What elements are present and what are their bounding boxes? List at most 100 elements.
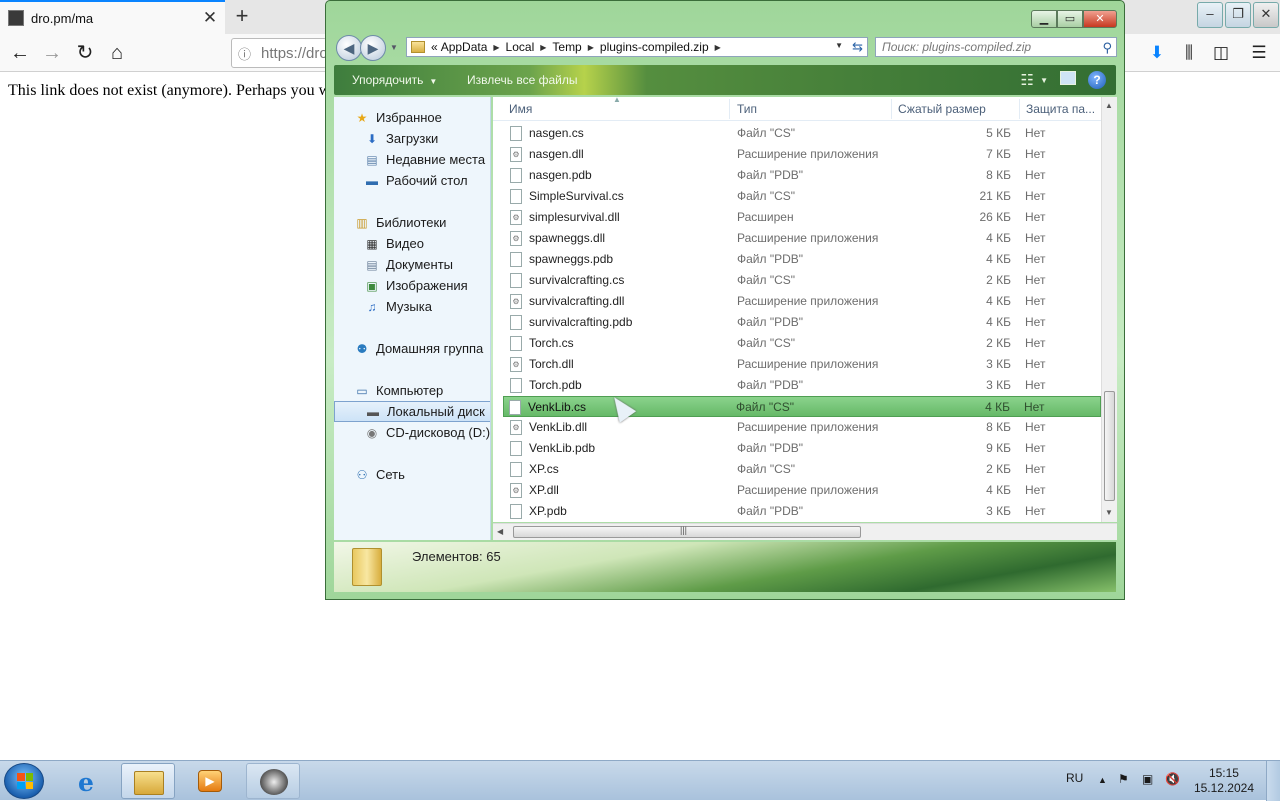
- chevron-right-icon[interactable]: ▶: [715, 43, 721, 52]
- column-header-type[interactable]: Тип: [737, 102, 757, 116]
- maximize-icon[interactable]: ▭: [1057, 10, 1083, 28]
- nav-homegroup[interactable]: ⚉ Домашняя группа: [334, 338, 490, 359]
- preview-pane-icon[interactable]: [1060, 71, 1076, 85]
- nav-recent[interactable]: ▤ Недавние места: [334, 149, 490, 170]
- breadcrumb-overflow[interactable]: «: [431, 40, 438, 54]
- column-header-protection[interactable]: Защита па...: [1026, 102, 1095, 116]
- nav-downloads[interactable]: ⬇ Загрузки: [334, 128, 490, 149]
- minimize-icon[interactable]: –: [1197, 2, 1223, 28]
- column-divider[interactable]: [729, 99, 730, 119]
- address-bar[interactable]: « AppData ▶ Local ▶ Temp ▶ plugins-compi…: [406, 37, 868, 57]
- taskbar-internet-explorer[interactable]: e: [64, 763, 118, 799]
- minimize-icon[interactable]: ▁: [1031, 10, 1057, 28]
- start-button[interactable]: [4, 763, 44, 799]
- column-header-name[interactable]: Имя: [509, 102, 532, 116]
- url-bar[interactable]: ⓘ https://dro: [231, 38, 327, 68]
- nav-pictures[interactable]: ▣ Изображения: [334, 275, 490, 296]
- column-divider[interactable]: [891, 99, 892, 119]
- close-icon[interactable]: ✕: [1083, 10, 1117, 28]
- show-hidden-icons-icon[interactable]: ▲: [1098, 775, 1107, 785]
- file-row[interactable]: ⚙ nasgen.dll Расширение приложения 7 КБ Нет: [505, 144, 1101, 165]
- action-center-flag-icon[interactable]: ⚑: [1118, 772, 1129, 786]
- column-header-compressed-size[interactable]: Сжатый размер: [898, 102, 986, 116]
- nav-videos[interactable]: ▦ Видео: [334, 233, 490, 254]
- recent-pages-dropdown-icon[interactable]: ▼: [390, 43, 398, 61]
- file-row[interactable]: SimpleSurvival.cs Файл "CS" 21 КБ Нет: [505, 186, 1101, 207]
- organize-button[interactable]: Упорядочить ▼: [352, 73, 437, 87]
- browser-tab[interactable]: dro.pm/ma ✕: [0, 0, 225, 34]
- file-row[interactable]: VenkLib.cs Файл "CS" 4 КБ Нет: [503, 396, 1101, 417]
- site-info-icon[interactable]: ⓘ: [238, 44, 251, 63]
- taskbar-file-explorer[interactable]: [121, 763, 175, 799]
- back-icon[interactable]: ◀: [336, 35, 362, 61]
- chevron-right-icon[interactable]: ▶: [540, 43, 546, 52]
- view-dropdown-icon[interactable]: ▼: [1040, 76, 1048, 85]
- forward-icon[interactable]: ▶: [360, 35, 386, 61]
- reload-icon[interactable]: ↻: [71, 39, 99, 67]
- nav-music[interactable]: ♫ Музыка: [334, 296, 490, 317]
- scroll-thumb[interactable]: |||: [513, 525, 861, 538]
- file-row[interactable]: nasgen.pdb Файл "PDB" 8 КБ Нет: [505, 165, 1101, 186]
- breadcrumb-zip[interactable]: plugins-compiled.zip: [600, 40, 709, 54]
- scroll-down-icon[interactable]: ▼: [1105, 508, 1113, 517]
- download-icon[interactable]: ⬇: [1143, 39, 1171, 67]
- refresh-icon[interactable]: ⇆: [852, 39, 863, 55]
- file-row[interactable]: XP.cs Файл "CS" 2 КБ Нет: [505, 459, 1101, 480]
- file-row[interactable]: Torch.cs Файл "CS" 2 КБ Нет: [505, 333, 1101, 354]
- file-row[interactable]: survivalcrafting.cs Файл "CS" 2 КБ Нет: [505, 270, 1101, 291]
- sidebar-icon[interactable]: ◫: [1207, 39, 1235, 67]
- view-options-icon[interactable]: ☷: [1021, 71, 1034, 89]
- taskbar-media-player[interactable]: ▶: [183, 763, 237, 799]
- new-tab-button[interactable]: +: [229, 4, 255, 30]
- nav-documents[interactable]: ▤ Документы: [334, 254, 490, 275]
- tab-close-icon[interactable]: ✕: [199, 8, 221, 28]
- file-row[interactable]: survivalcrafting.pdb Файл "PDB" 4 КБ Нет: [505, 312, 1101, 333]
- network-icon[interactable]: ▣: [1142, 772, 1153, 786]
- menu-icon[interactable]: ☰: [1245, 39, 1273, 67]
- nav-libraries[interactable]: ▥ Библиотеки: [334, 212, 490, 233]
- close-icon[interactable]: ✕: [1253, 2, 1279, 28]
- address-dropdown-icon[interactable]: ▼: [835, 41, 843, 50]
- file-row[interactable]: ⚙ XP.dll Расширение приложения 4 КБ Нет: [505, 480, 1101, 501]
- nav-local-disk[interactable]: ▬ Локальный диск: [334, 401, 490, 422]
- file-row[interactable]: spawneggs.pdb Файл "PDB" 4 КБ Нет: [505, 249, 1101, 270]
- search-icon[interactable]: ⚲: [1102, 39, 1112, 57]
- back-icon[interactable]: ←: [6, 39, 34, 67]
- restore-icon[interactable]: ❐: [1225, 2, 1251, 28]
- forward-icon[interactable]: →: [38, 39, 66, 67]
- volume-muted-icon[interactable]: 🔇: [1165, 772, 1180, 786]
- file-row[interactable]: Torch.pdb Файл "PDB" 3 КБ Нет: [505, 375, 1101, 396]
- search-input[interactable]: Поиск: plugins-compiled.zip ⚲: [875, 37, 1117, 57]
- show-desktop-button[interactable]: [1266, 761, 1280, 801]
- horizontal-scrollbar[interactable]: ◀ |||: [493, 523, 1117, 540]
- chevron-right-icon[interactable]: ▶: [588, 43, 594, 52]
- scroll-thumb[interactable]: [1104, 391, 1115, 501]
- nav-favorites[interactable]: ★ Избранное: [334, 107, 490, 128]
- clock[interactable]: 15:15 15.12.2024: [1194, 766, 1254, 796]
- breadcrumb-temp[interactable]: Temp: [552, 40, 581, 54]
- file-row[interactable]: ⚙ VenkLib.dll Расширение приложения 8 КБ Нет: [505, 417, 1101, 438]
- language-indicator[interactable]: RU: [1066, 771, 1083, 785]
- file-row[interactable]: XP.pdb Файл "PDB" 3 КБ Нет: [505, 501, 1101, 522]
- extract-all-button[interactable]: Извлечь все файлы: [467, 73, 577, 87]
- nav-desktop[interactable]: ▬ Рабочий стол: [334, 170, 490, 191]
- file-row[interactable]: nasgen.cs Файл "CS" 5 КБ Нет: [505, 123, 1101, 144]
- nav-computer[interactable]: ▭ Компьютер: [334, 380, 490, 401]
- scroll-left-icon[interactable]: ◀: [497, 527, 503, 536]
- vertical-scrollbar[interactable]: ▲ ▼: [1101, 97, 1117, 522]
- home-icon[interactable]: ⌂: [103, 39, 131, 67]
- file-row[interactable]: ⚙ Torch.dll Расширение приложения 3 КБ Нет: [505, 354, 1101, 375]
- nav-cd-drive[interactable]: ◉ CD-дисковод (D:): [334, 422, 490, 443]
- library-icon[interactable]: ⫼: [1175, 39, 1203, 67]
- breadcrumb-appdata[interactable]: AppData: [441, 40, 488, 54]
- file-row[interactable]: VenkLib.pdb Файл "PDB" 9 КБ Нет: [505, 438, 1101, 459]
- breadcrumb-local[interactable]: Local: [506, 40, 535, 54]
- nav-network[interactable]: ⚇ Сеть: [334, 464, 490, 485]
- chevron-right-icon[interactable]: ▶: [493, 43, 499, 52]
- taskbar-app[interactable]: [246, 763, 300, 799]
- file-row[interactable]: ⚙ simplesurvival.dll Расширен 26 КБ Нет: [505, 207, 1101, 228]
- file-row[interactable]: ⚙ survivalcrafting.dll Расширение приложен…: [505, 291, 1101, 312]
- file-row[interactable]: ⚙ spawneggs.dll Расширение приложения 4 КБ Н…: [505, 228, 1101, 249]
- help-icon[interactable]: ?: [1088, 71, 1106, 89]
- column-divider[interactable]: [1019, 99, 1020, 119]
